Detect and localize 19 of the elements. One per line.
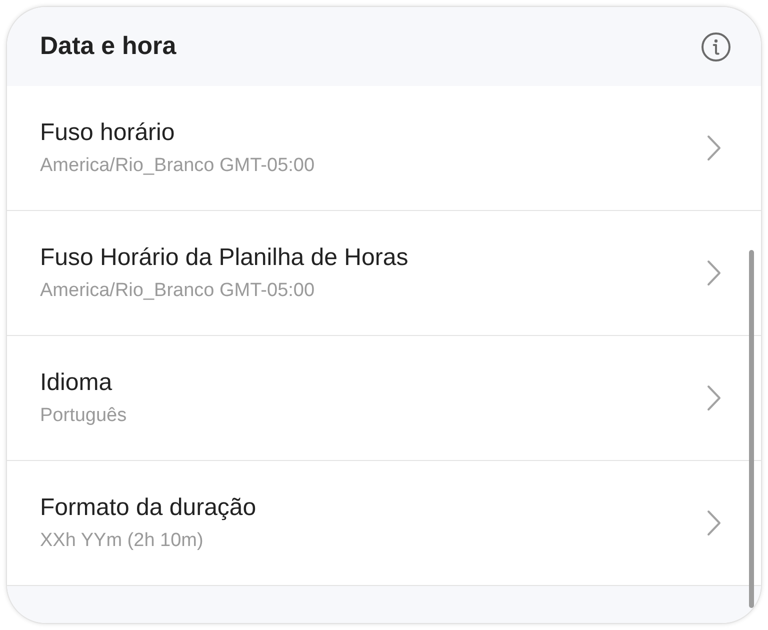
setting-label: Fuso horário bbox=[40, 118, 176, 148]
setting-label: Fuso Horário da Planilha de Horas bbox=[40, 243, 408, 273]
settings-row[interactable]: Fuso Horário da Planilha de Horas America/Rio_Branco GMT-05:00 bbox=[7, 211, 761, 336]
setting-value: America/Rio_Branco GMT-05:00 bbox=[40, 154, 315, 178]
chevron-right-icon bbox=[707, 385, 721, 411]
settings-row[interactable]: Idioma Português bbox=[7, 336, 761, 461]
settings-row[interactable]: Fuso horário America/Rio_Branco GMT-05:00 bbox=[7, 86, 761, 211]
settings-row[interactable]: Formato da duração XXh YYm (2h 10m) bbox=[7, 461, 761, 586]
setting-value: Português bbox=[40, 404, 127, 428]
setting-label: Idioma bbox=[40, 368, 114, 398]
scrollbar-thumb[interactable] bbox=[749, 250, 754, 608]
header-title: Data e hora bbox=[40, 34, 176, 59]
setting-value: XXh YYm (2h 10m) bbox=[40, 529, 204, 553]
setting-label: Formato da duração bbox=[40, 493, 256, 523]
chevron-right-icon bbox=[707, 135, 721, 161]
setting-value: America/Rio_Branco GMT-05:00 bbox=[40, 279, 316, 303]
chevron-right-icon bbox=[707, 510, 721, 536]
chevron-right-icon bbox=[707, 260, 721, 286]
info-icon[interactable] bbox=[701, 32, 731, 62]
